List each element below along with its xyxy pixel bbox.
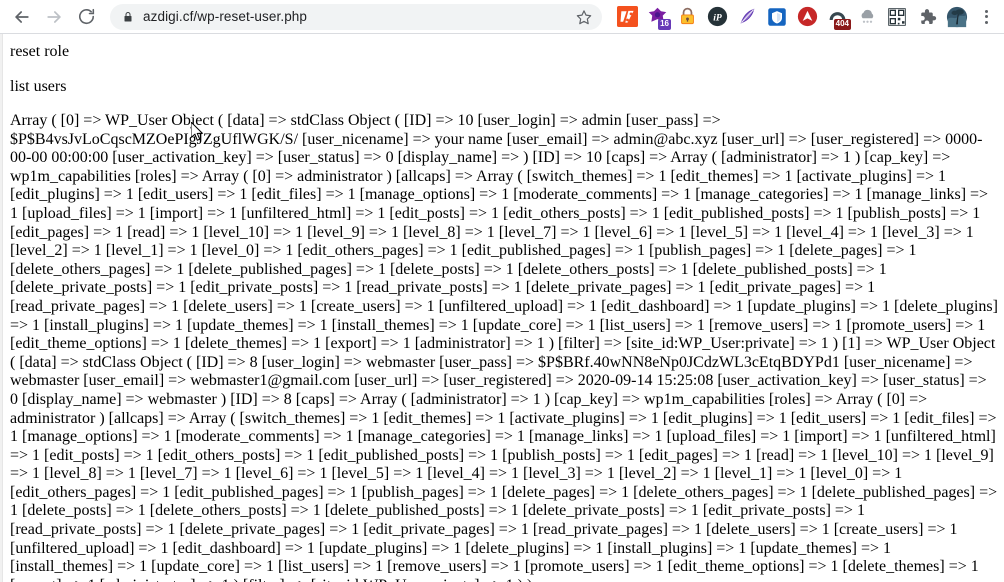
qr-code-extension-icon[interactable] <box>884 4 910 30</box>
menu-dot <box>984 15 988 18</box>
profile-avatar-icon[interactable] <box>944 4 970 30</box>
left-edge-strip <box>0 34 3 582</box>
lock-icon <box>122 10 134 24</box>
three-dot-menu-icon[interactable] <box>974 4 998 30</box>
shield-extension-icon[interactable] <box>764 4 790 30</box>
link-list-users[interactable]: list users <box>10 77 998 96</box>
reload-icon <box>77 7 96 26</box>
ip-lookup-extension-icon[interactable]: iP <box>704 4 730 30</box>
star-icon[interactable] <box>576 9 592 25</box>
feather-pen-extension-icon[interactable] <box>734 4 760 30</box>
page-viewport: reset role list users Array ( [0] => WP_… <box>0 34 1004 582</box>
avast-extension-icon[interactable] <box>794 4 820 30</box>
user-array-dump: Array ( [0] => WP_User Object ( [data] =… <box>10 112 998 582</box>
link-reset-role[interactable]: reset role <box>10 42 998 61</box>
page-content: reset role list users Array ( [0] => WP_… <box>4 34 1004 582</box>
url-text[interactable]: azdigi.cf/wp-reset-user.php <box>143 9 568 24</box>
extensions-tray: 16 iP 404 <box>608 4 972 30</box>
extension-badge-count: 16 <box>658 18 671 30</box>
cloud-extension-icon[interactable] <box>854 4 880 30</box>
wappalyzer-extension-icon[interactable] <box>614 4 640 30</box>
menu-dot <box>984 9 988 13</box>
reload-button[interactable] <box>72 3 100 31</box>
forward-button[interactable] <box>40 3 68 31</box>
404-checker-extension-icon[interactable]: 404 <box>824 4 851 30</box>
menu-dot <box>984 20 988 24</box>
address-bar[interactable]: azdigi.cf/wp-reset-user.php <box>110 3 602 30</box>
forward-arrow-icon <box>44 7 64 27</box>
extension-badge-404: 404 <box>833 18 851 30</box>
back-button[interactable] <box>8 3 36 31</box>
padlock-extension-icon[interactable] <box>674 4 700 30</box>
extensions-puzzle-icon[interactable] <box>914 4 940 30</box>
back-arrow-icon <box>12 7 32 27</box>
puzzle-purple-extension-icon[interactable]: 16 <box>644 4 671 30</box>
svg-text:iP: iP <box>713 12 722 23</box>
browser-toolbar: azdigi.cf/wp-reset-user.php 16 iP 404 <box>0 0 1004 34</box>
